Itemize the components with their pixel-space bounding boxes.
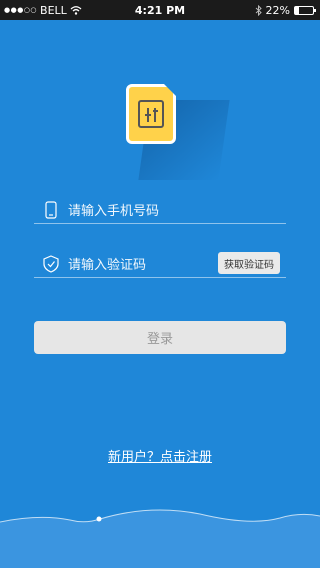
battery-percent: 22% bbox=[265, 3, 290, 17]
wave-dot bbox=[96, 516, 102, 522]
wave-decoration bbox=[0, 509, 320, 568]
battery-fill bbox=[295, 6, 299, 14]
status-right: 22% bbox=[206, 4, 316, 17]
app-logo-icon bbox=[126, 84, 176, 144]
battery-icon bbox=[294, 5, 316, 15]
status-left: ●●●○○ BELL bbox=[4, 4, 114, 17]
signal-strength: ●●●○○ bbox=[4, 6, 38, 14]
phone-input[interactable]: 请输入手机号码 bbox=[68, 200, 286, 219]
bluetooth-icon bbox=[255, 4, 262, 16]
status-time: 4:21 PM bbox=[134, 3, 186, 17]
status-bar: ●●●○○ BELL 4:21 PM 22% bbox=[0, 0, 320, 20]
register-link[interactable]: 新用户？点击注册 bbox=[0, 446, 320, 465]
phone-icon bbox=[34, 200, 68, 219]
wifi-icon bbox=[70, 6, 82, 15]
phone-field[interactable]: 请输入手机号码 bbox=[34, 196, 286, 224]
app-logo bbox=[126, 84, 230, 180]
code-field[interactable]: 请输入验证码 获取验证码 bbox=[34, 250, 286, 278]
login-button[interactable]: 登录 bbox=[34, 321, 286, 354]
get-code-button[interactable]: 获取验证码 bbox=[218, 252, 280, 274]
carrier-name: BELL bbox=[40, 3, 67, 17]
shield-icon bbox=[34, 254, 68, 273]
logo-symbol bbox=[138, 100, 164, 128]
